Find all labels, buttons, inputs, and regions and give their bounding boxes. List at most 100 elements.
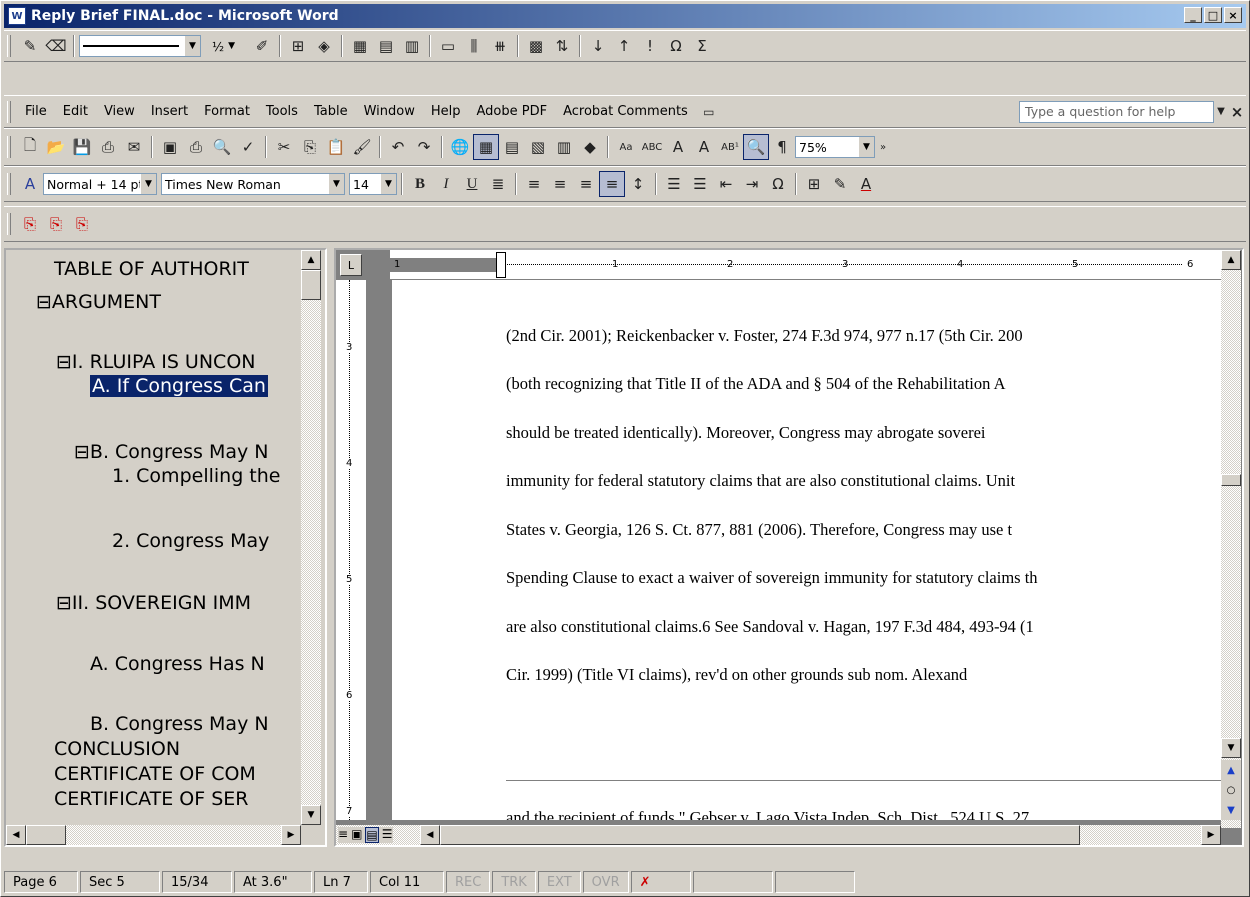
insert-excel-icon[interactable]: ▧	[525, 134, 551, 160]
word-icon[interactable]: W	[8, 7, 26, 25]
align-left-icon[interactable]: ≡	[521, 171, 547, 197]
pdf-email-icon[interactable]: ⎘	[43, 211, 69, 237]
menu-insert[interactable]: Insert	[143, 104, 196, 119]
omega-icon[interactable]: Ω	[765, 171, 791, 197]
scroll-down-button[interactable]: ▼	[1221, 738, 1241, 758]
distributed-icon[interactable]: ≣	[485, 171, 511, 197]
map-item-if-congress[interactable]: A. If Congress Can	[90, 375, 268, 397]
format-painter-icon[interactable]: 🖌	[349, 134, 375, 160]
drawing-icon[interactable]: ◆	[577, 134, 603, 160]
print-layout-icon[interactable]: ▤	[365, 827, 379, 843]
scroll-left-button[interactable]: ◀	[420, 825, 440, 845]
shading-color-icon[interactable]: ◈	[311, 33, 337, 59]
toolbar-options-icon[interactable]: »	[875, 134, 891, 160]
indent-marker[interactable]	[496, 252, 506, 278]
superscript-icon[interactable]: AB¹	[717, 134, 743, 160]
font-color-icon[interactable]: A	[853, 171, 879, 197]
menu-acrobat-comments[interactable]: Acrobat Comments	[555, 104, 696, 119]
justify-icon[interactable]: ≡	[599, 171, 625, 197]
italic-button[interactable]: I	[433, 171, 459, 197]
scroll-right-button[interactable]: ▶	[281, 825, 301, 845]
save-icon[interactable]: 💾	[69, 134, 95, 160]
status-trk[interactable]: TRK	[492, 871, 536, 893]
web-layout-icon[interactable]: ▣	[351, 827, 362, 843]
columns-icon[interactable]: ▥	[551, 134, 577, 160]
toolbar-grip[interactable]	[7, 173, 11, 195]
highlight-icon[interactable]: ✎	[827, 171, 853, 197]
map-item-conclusion[interactable]: CONCLUSION	[54, 738, 180, 760]
close-document-button[interactable]: ×	[1228, 99, 1246, 125]
document-map-icon[interactable]: 🔍	[743, 134, 769, 160]
omega-icon[interactable]: Ω	[663, 33, 689, 59]
email-icon[interactable]: ✉	[121, 134, 147, 160]
hyperlink-icon[interactable]: 🌐	[447, 134, 473, 160]
maximize-button[interactable]: □	[1204, 7, 1222, 23]
map-item-sovereign-immunity[interactable]: ⊟II. SOVEREIGN IMM	[56, 592, 251, 614]
text-direction-icon[interactable]: ⇅	[549, 33, 575, 59]
status-ovr[interactable]: OVR	[582, 871, 629, 893]
permission-icon[interactable]: ⎙	[95, 134, 121, 160]
normal-view-icon[interactable]: ≡	[338, 827, 348, 843]
help-search-input[interactable]: Type a question for help	[1019, 100, 1214, 123]
scroll-right-button[interactable]: ▶	[1201, 825, 1221, 845]
font-size-dropdown[interactable]: 14 ▼	[349, 173, 397, 195]
chevron-down-icon[interactable]: ▼	[140, 174, 156, 194]
new-document-icon[interactable]: 🗋	[17, 134, 43, 160]
outline-view-icon[interactable]: ☰	[382, 827, 393, 843]
insert-table-icon[interactable]: ▤	[499, 134, 525, 160]
status-rec[interactable]: REC	[446, 871, 491, 893]
border-color-icon[interactable]: ✐	[249, 33, 275, 59]
map-item-rluipa[interactable]: ⊟I. RLUIPA IS UNCON	[56, 351, 256, 373]
sort-descending-icon[interactable]: ↑	[611, 33, 637, 59]
map-item-congress-may-2[interactable]: 2. Congress May	[112, 530, 269, 552]
chevron-down-icon[interactable]: ▼	[380, 174, 396, 194]
border-icon[interactable]: ⊞	[801, 171, 827, 197]
align-center-icon[interactable]: ≡	[547, 171, 573, 197]
scroll-thumb[interactable]	[1221, 474, 1241, 486]
document-map-vscroll[interactable]	[301, 250, 321, 825]
split-cells-icon[interactable]: ▥	[399, 33, 425, 59]
spelling-icon[interactable]: ✓	[235, 134, 261, 160]
horizontal-ruler[interactable]: 1 1 2 3 4 5 6	[390, 250, 1225, 280]
undo-icon[interactable]: ↶	[385, 134, 411, 160]
chevron-down-icon[interactable]: ▼	[184, 36, 200, 56]
line-weight-dropdown[interactable]: ½ ▼	[209, 35, 249, 57]
scroll-up-button[interactable]: ▲	[301, 250, 321, 270]
draw-table-icon[interactable]: ✎	[17, 33, 43, 59]
menu-tools[interactable]: Tools	[258, 104, 306, 119]
vertical-ruler[interactable]: 3 4 5 6 7	[336, 280, 366, 820]
document-page[interactable]: (2nd Cir. 2001); Reickenbacker v. Foster…	[392, 280, 1225, 820]
bold-button[interactable]: B	[407, 171, 433, 197]
grow-font-icon[interactable]: A	[691, 134, 717, 160]
sort-ascending-icon[interactable]: ↓	[585, 33, 611, 59]
spelling-status-icon[interactable]: ✗	[630, 871, 691, 893]
eraser-icon[interactable]: ⌫	[43, 33, 69, 59]
menu-edit[interactable]: Edit	[55, 104, 96, 119]
copy-icon[interactable]: ⎘	[297, 134, 323, 160]
open-folder-icon[interactable]: 📂	[43, 134, 69, 160]
pdf-review-icon[interactable]: ⎘	[69, 211, 95, 237]
chevron-down-icon[interactable]: ▼	[1214, 99, 1228, 125]
convert-to-pdf-icon[interactable]: ⎘	[17, 211, 43, 237]
line-style-dropdown[interactable]: ▼	[79, 35, 201, 57]
style-dropdown[interactable]: Normal + 14 pt ▼	[43, 173, 157, 195]
hscroll-thumb[interactable]	[440, 825, 1080, 845]
paste-icon[interactable]: 📋	[323, 134, 349, 160]
increase-indent-icon[interactable]: ⇥	[739, 171, 765, 197]
toolbar-grip[interactable]	[7, 35, 11, 57]
previous-page-button[interactable]: ▲	[1221, 760, 1241, 780]
autosum-icon[interactable]: !	[637, 33, 663, 59]
chevron-down-icon[interactable]: ▼	[858, 137, 874, 157]
next-page-button[interactable]: ▼	[1221, 800, 1241, 820]
scroll-thumb[interactable]	[301, 270, 321, 300]
close-button[interactable]: ×	[1224, 7, 1242, 23]
chevron-down-icon[interactable]: ▼	[228, 41, 235, 51]
highlight-font-icon[interactable]: A	[665, 134, 691, 160]
map-item-certificate-compliance[interactable]: CERTIFICATE OF COM	[54, 763, 256, 785]
sigma-icon[interactable]: Σ	[689, 33, 715, 59]
show-hide-icon[interactable]: ¶	[769, 134, 795, 160]
distribute-rows-icon[interactable]: ⫼	[461, 33, 487, 59]
menu-help[interactable]: Help	[423, 104, 469, 119]
menu-adobe-pdf[interactable]: Adobe PDF	[468, 104, 555, 119]
tab-selector-button[interactable]: L	[340, 254, 362, 276]
